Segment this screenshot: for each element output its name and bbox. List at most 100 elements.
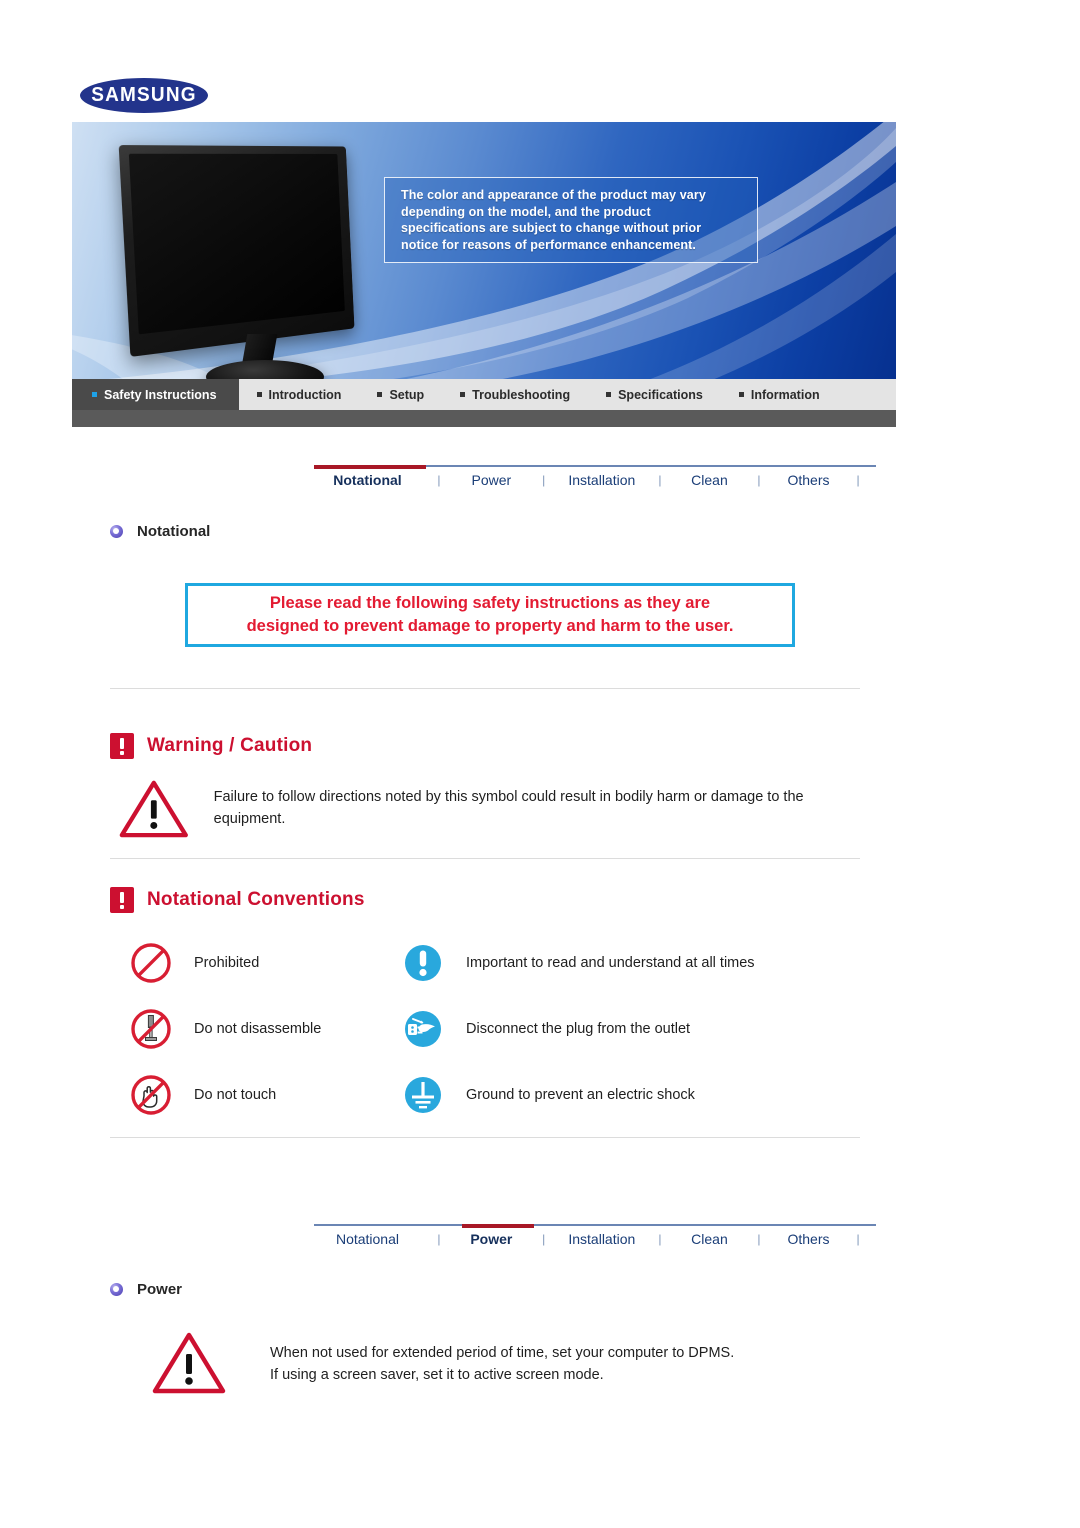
- logo-text: SAMSUNG: [91, 83, 197, 106]
- bullet-square-icon: [606, 392, 612, 397]
- nav-tab-introduction[interactable]: Introduction: [239, 379, 360, 410]
- convention-cell-left: Do not disassemble: [128, 1006, 400, 1052]
- safety-notice-box: Please read the following safety instruc…: [185, 583, 795, 647]
- monitor-panel: [118, 145, 355, 357]
- sub-nav-items[interactable]: Notational | Power | Installation | Clea…: [314, 472, 876, 488]
- sub-nav-separator: |: [658, 473, 662, 487]
- warning-caution-block: Failure to follow directions noted by th…: [118, 778, 858, 840]
- convention-label: Ground to prevent an electric shock: [466, 1087, 695, 1103]
- warning-triangle-icon: [152, 1332, 226, 1394]
- banner-disclaimer-line-4: notice for reasons of performance enhanc…: [401, 237, 696, 252]
- notational-conventions-table: Prohibited Important to read and underst…: [128, 930, 868, 1128]
- nav-tab-label: Information: [750, 387, 820, 402]
- convention-cell-right: Ground to prevent an electric shock: [400, 1072, 695, 1118]
- sub-nav-separator: |: [757, 473, 761, 487]
- warning-triangle-icon: [119, 780, 188, 838]
- convention-row: Prohibited Important to read and underst…: [128, 930, 868, 996]
- logo-ellipse: SAMSUNG: [80, 78, 208, 113]
- convention-label: Important to read and understand at all …: [466, 955, 755, 971]
- nav-tab-label: Safety Instructions: [104, 387, 217, 402]
- sub-nav-items[interactable]: Notational | Power | Installation | Clea…: [314, 1231, 876, 1247]
- sub-nav-active-underline: [314, 465, 426, 469]
- nav-bottom-strip: [72, 410, 896, 427]
- banner-disclaimer-box: The color and appearance of the product …: [384, 177, 758, 263]
- safety-notice-line-2: designed to prevent damage to property a…: [246, 617, 734, 635]
- section-heading-notational: Notational: [110, 523, 210, 540]
- heading-label: Notational Conventions: [147, 889, 365, 910]
- convention-label: Do not disassemble: [194, 1021, 322, 1037]
- section-divider: [110, 688, 860, 689]
- sub-nav-separator: |: [856, 473, 860, 487]
- prohibited-icon: [128, 940, 174, 986]
- power-warning-line-1: When not used for extended period of tim…: [270, 1345, 735, 1361]
- bullet-square-icon: [256, 392, 262, 397]
- convention-row: Do not touch Ground to prevent an electr…: [128, 1062, 868, 1128]
- sub-nav-item-power[interactable]: Power: [457, 472, 526, 488]
- convention-label: Prohibited: [194, 955, 260, 971]
- banner-disclaimer-line-3: specifications are subject to change wit…: [401, 221, 702, 235]
- nav-tab-setup[interactable]: Setup: [359, 379, 442, 410]
- section-divider: [110, 858, 860, 859]
- section-heading-label: Notational: [137, 523, 211, 540]
- convention-cell-left: Prohibited: [128, 940, 400, 986]
- round-bullet-icon: [110, 1283, 123, 1296]
- sub-nav-separator: |: [658, 1232, 662, 1246]
- bullet-square-icon: [460, 392, 466, 397]
- exclamation-square-icon: [110, 887, 134, 913]
- sub-nav-separator: |: [437, 473, 441, 487]
- nav-tab-label: Introduction: [268, 387, 342, 402]
- heading-warning-caution: Warning / Caution: [110, 733, 312, 759]
- sub-nav-item-notational[interactable]: Notational: [314, 1231, 421, 1247]
- disconnect-plug-icon: [400, 1006, 446, 1052]
- nav-tab-label: Troubleshooting: [472, 387, 571, 402]
- sub-nav-separator: |: [437, 1232, 441, 1246]
- sub-nav-item-power[interactable]: Power: [457, 1231, 526, 1247]
- convention-cell-right: Important to read and understand at all …: [400, 940, 755, 986]
- safety-notice-line-1: Please read the following safety instruc…: [269, 594, 711, 612]
- convention-label: Disconnect the plug from the outlet: [466, 1021, 691, 1037]
- nav-tab-specifications[interactable]: Specifications: [588, 379, 721, 410]
- do-not-disassemble-icon: [128, 1006, 174, 1052]
- sub-nav-item-others[interactable]: Others: [777, 472, 840, 488]
- sub-nav-active-underline: [462, 1224, 534, 1228]
- bullet-square-icon: [377, 392, 383, 397]
- sub-nav-item-clean[interactable]: Clean: [678, 1231, 741, 1247]
- sub-nav-separator: |: [542, 473, 546, 487]
- nav-tab-troubleshooting[interactable]: Troubleshooting: [442, 379, 588, 410]
- heading-notational-conventions: Notational Conventions: [110, 887, 365, 913]
- nav-tab-safety-instructions[interactable]: Safety Instructions: [72, 379, 239, 410]
- convention-cell-right: Disconnect the plug from the outlet: [400, 1006, 690, 1052]
- samsung-logo: SAMSUNG: [80, 78, 208, 113]
- nav-tab-label: Specifications: [618, 387, 703, 402]
- banner-disclaimer-line-2: depending on the model, and the product: [401, 204, 651, 219]
- sub-nav-item-clean[interactable]: Clean: [678, 472, 741, 488]
- sub-navigation-notational[interactable]: Notational | Power | Installation | Clea…: [314, 465, 876, 505]
- sub-nav-separator: |: [542, 1232, 546, 1246]
- monitor-screen: [128, 153, 345, 335]
- monitor-product-image: [102, 138, 392, 386]
- product-banner: The color and appearance of the product …: [72, 122, 896, 386]
- convention-cell-left: Do not touch: [128, 1072, 400, 1118]
- section-heading-label: Power: [137, 1281, 183, 1298]
- sub-nav-item-installation[interactable]: Installation: [562, 472, 642, 488]
- convention-row: Do not disassemble Disconnect the plug f…: [128, 996, 868, 1062]
- banner-disclaimer-line-1: The color and appearance of the product …: [401, 188, 706, 202]
- nav-tab-information[interactable]: Information: [721, 379, 838, 410]
- sub-nav-item-installation[interactable]: Installation: [562, 1231, 642, 1247]
- nav-tab-label: Setup: [389, 387, 425, 402]
- sub-navigation-power[interactable]: Notational | Power | Installation | Clea…: [314, 1224, 876, 1264]
- bullet-square-icon: [738, 392, 744, 397]
- section-heading-power: Power: [110, 1281, 182, 1298]
- sub-nav-item-notational[interactable]: Notational: [314, 472, 421, 488]
- sub-nav-separator: |: [757, 1232, 761, 1246]
- main-navigation[interactable]: Safety Instructions Introduction Setup T…: [72, 379, 896, 410]
- power-warning-block: When not used for extended period of tim…: [150, 1330, 890, 1396]
- exclamation-square-icon: [110, 733, 134, 759]
- ground-icon: [400, 1072, 446, 1118]
- sub-nav-separator: |: [856, 1232, 860, 1246]
- important-exclamation-icon: [400, 940, 446, 986]
- sub-nav-rule: [314, 1224, 876, 1226]
- warning-caution-text: Failure to follow directions noted by th…: [213, 789, 804, 827]
- convention-label: Do not touch: [194, 1087, 277, 1103]
- sub-nav-item-others[interactable]: Others: [777, 1231, 840, 1247]
